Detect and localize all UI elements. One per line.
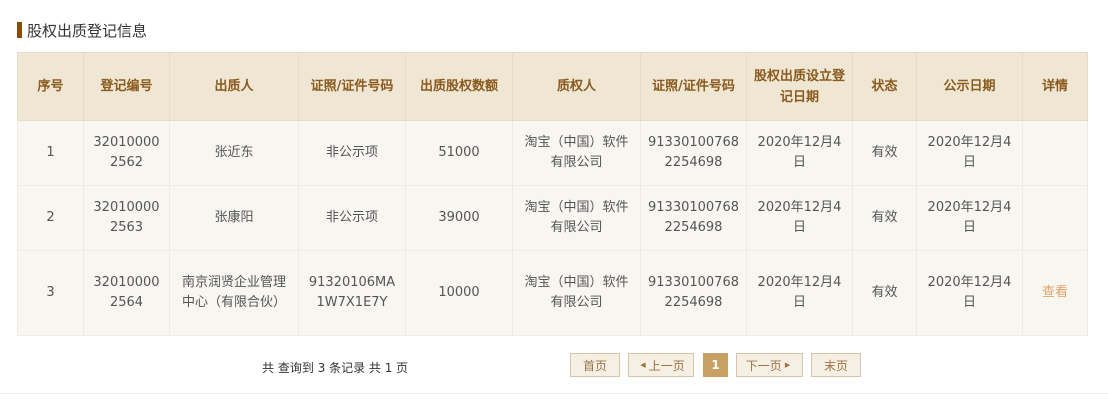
cell-seq: 3 bbox=[17, 250, 84, 336]
title-marker bbox=[17, 22, 22, 38]
cell-pledgee: 淘宝（中国）软件有限公司 bbox=[512, 120, 641, 186]
col-header-pub-date: 公示日期 bbox=[916, 52, 1023, 121]
cell-pledgee: 淘宝（中国）软件有限公司 bbox=[512, 250, 641, 336]
prev-page-label: 上一页 bbox=[648, 358, 685, 373]
cell-amount: 51000 bbox=[405, 120, 513, 186]
first-page-button[interactable]: 首页 bbox=[570, 353, 620, 377]
col-header-amount: 出质股权数额 bbox=[405, 52, 513, 121]
cell-pledgor: 南京润贤企业管理中心（有限合伙） bbox=[169, 250, 299, 336]
cell-status: 有效 bbox=[852, 250, 917, 336]
cell-pub-date: 2020年12月4日 bbox=[916, 250, 1023, 336]
cell-pledgor-id: 91320106MA1W7X1E7Y bbox=[298, 250, 406, 336]
bottom-divider bbox=[0, 393, 1108, 394]
cell-seq: 2 bbox=[17, 185, 84, 251]
cell-seq: 1 bbox=[17, 120, 84, 186]
pledge-registration-panel: 股权出质登记信息 序号 登记编号 出质人 证照/证件号码 出质股权数额 质权人 bbox=[0, 0, 1108, 408]
cell-detail: 查看 bbox=[1022, 250, 1088, 336]
triangle-left-icon: ◀ bbox=[640, 361, 646, 369]
pledge-table: 序号 登记编号 出质人 证照/证件号码 出质股权数额 质权人 证照/证件号码 股… bbox=[17, 52, 1088, 336]
cell-pledgor-id: 非公示项 bbox=[298, 185, 406, 251]
section-title-text: 股权出质登记信息 bbox=[27, 21, 148, 40]
cell-pledgor: 张近东 bbox=[169, 120, 299, 186]
cell-status: 有效 bbox=[852, 120, 917, 186]
triangle-right-icon: ▶ bbox=[784, 361, 791, 369]
cell-reg-date: 2020年12月4日 bbox=[746, 250, 853, 336]
cell-pledgor: 张康阳 bbox=[169, 185, 299, 251]
cell-reg-no: 320100002562 bbox=[83, 120, 170, 186]
cell-pledgee-id: 913301007682254698 bbox=[640, 185, 747, 251]
view-detail-link[interactable]: 查看 bbox=[1042, 285, 1068, 300]
col-header-pledgor: 出质人 bbox=[169, 52, 299, 121]
prev-page-button[interactable]: ◀ 上一页 bbox=[628, 353, 694, 377]
cell-reg-no: 320100002564 bbox=[83, 250, 170, 336]
table-row: 3 320100002564 南京润贤企业管理中心（有限合伙） 91320106… bbox=[17, 250, 1088, 336]
next-page-label: 下一页 bbox=[745, 358, 782, 373]
col-header-pledgee: 质权人 bbox=[512, 52, 641, 121]
cell-pledgee-id: 913301007682254698 bbox=[640, 120, 747, 186]
current-page-button[interactable]: 1 bbox=[703, 353, 728, 377]
cell-pledgee-id: 913301007682254698 bbox=[640, 250, 747, 336]
pagination-info: 共 查询到 3 条记录 共 1 页 bbox=[262, 361, 409, 375]
cell-pub-date: 2020年12月4日 bbox=[916, 185, 1023, 251]
cell-reg-date: 2020年12月4日 bbox=[746, 120, 853, 186]
cell-pledgee: 淘宝（中国）软件有限公司 bbox=[512, 185, 641, 251]
cell-pledgor-id: 非公示项 bbox=[298, 120, 406, 186]
cell-reg-no: 320100002563 bbox=[83, 185, 170, 251]
cell-amount: 10000 bbox=[405, 250, 513, 336]
col-header-reg-date: 股权出质设立登记日期 bbox=[746, 52, 853, 121]
col-header-detail: 详情 bbox=[1022, 52, 1088, 121]
cell-amount: 39000 bbox=[405, 185, 513, 251]
next-page-button[interactable]: 下一页 ▶ bbox=[736, 353, 803, 377]
table-row: 2 320100002563 张康阳 非公示项 39000 淘宝（中国）软件有限… bbox=[17, 185, 1088, 251]
col-header-status: 状态 bbox=[852, 52, 917, 121]
cell-detail bbox=[1022, 120, 1088, 186]
col-header-seq: 序号 bbox=[17, 52, 84, 121]
col-header-pledgor-id: 证照/证件号码 bbox=[298, 52, 406, 121]
table-header-row: 序号 登记编号 出质人 证照/证件号码 出质股权数额 质权人 证照/证件号码 股… bbox=[17, 52, 1088, 121]
cell-reg-date: 2020年12月4日 bbox=[746, 185, 853, 251]
last-page-button[interactable]: 末页 bbox=[811, 353, 861, 377]
table-row: 1 320100002562 张近东 非公示项 51000 淘宝（中国）软件有限… bbox=[17, 120, 1088, 186]
section-title: 股权出质登记信息 bbox=[17, 20, 147, 40]
cell-pub-date: 2020年12月4日 bbox=[916, 120, 1023, 186]
col-header-pledgee-id: 证照/证件号码 bbox=[640, 52, 747, 121]
cell-status: 有效 bbox=[852, 185, 917, 251]
col-header-reg-no: 登记编号 bbox=[83, 52, 170, 121]
cell-detail bbox=[1022, 185, 1088, 251]
